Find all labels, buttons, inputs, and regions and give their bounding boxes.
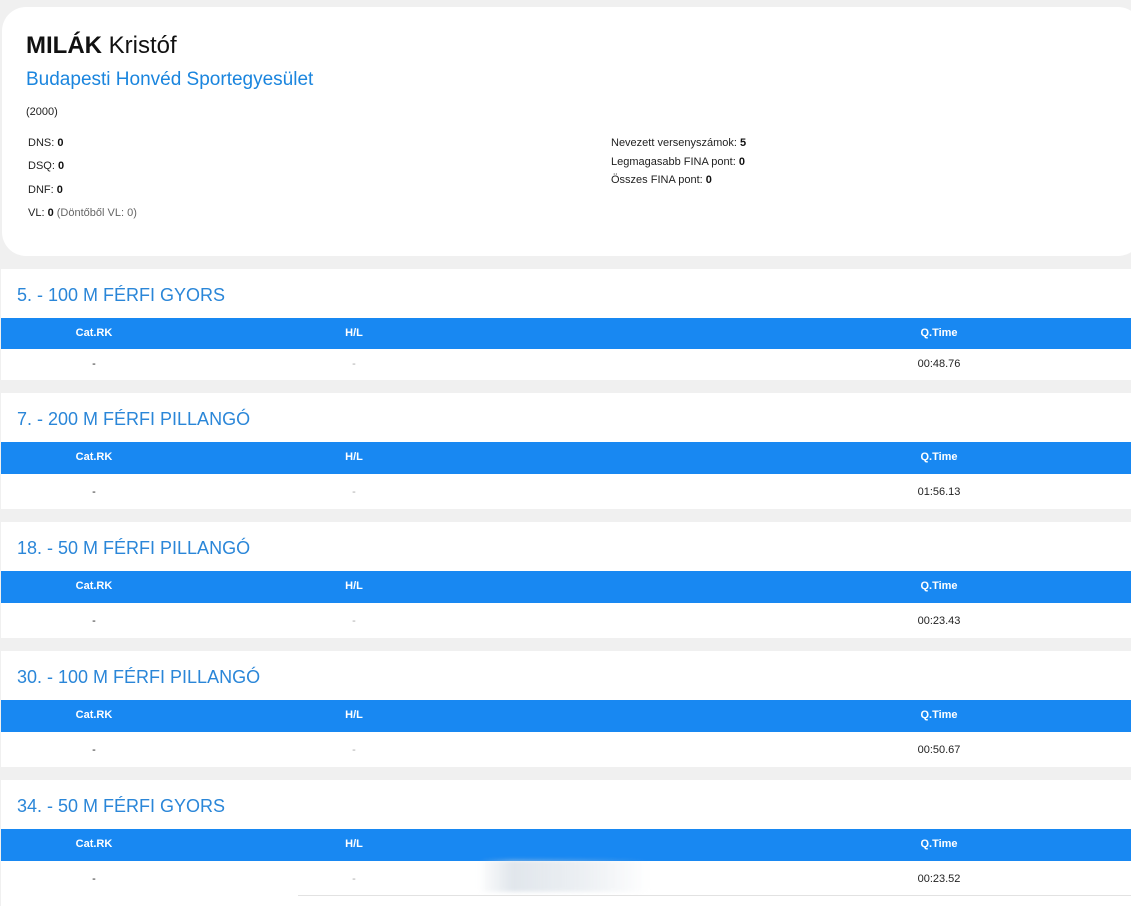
cell-cat-rk: - [92,744,96,756]
event-title[interactable]: 5. - 100 M FÉRFI GYORS [17,285,225,306]
athlete-name: MILÁK Kristóf [26,32,177,60]
stat-total-fina: Összes FINA pont: 0 [611,174,712,186]
results-table-header: Cat.RK H/L Q.Time [1,318,1131,349]
event-title[interactable]: 18. - 50 M FÉRFI PILLANGÓ [17,538,250,559]
stat-label: Legmagasabb FINA pont: [611,156,736,168]
stat-label: DNF: [28,184,54,196]
stat-dns: DNS: 0 [28,137,63,149]
event-title[interactable]: 7. - 200 M FÉRFI PILLANGÓ [17,409,250,430]
stat-value: 0 [56,184,63,196]
cell-cat-rk: - [92,615,96,627]
results-table-header: Cat.RK H/L Q.Time [1,571,1131,603]
column-header-cat-rk: Cat.RK [75,838,113,850]
column-header-hl: H/L [345,580,363,592]
athlete-profile-card: MILÁK Kristóf Budapesti Honvéd Sportegye… [2,7,1131,256]
club-link[interactable]: Budapesti Honvéd Sportegyesület [26,69,313,91]
column-header-cat-rk: Cat.RK [75,327,113,339]
cell-hl: - [352,486,356,498]
birth-year: (2000) [26,106,58,118]
athlete-given-name: Kristóf [108,32,177,59]
cell-cat-rk: - [92,358,96,370]
stat-dsq: DSQ: 0 [28,160,64,172]
table-row: - - 00:23.43 [1,606,1131,636]
cell-qtime: 00:48.76 [917,358,961,370]
column-header-cat-rk: Cat.RK [75,580,113,592]
event-card: 18. - 50 M FÉRFI PILLANGÓ Cat.RK H/L Q.T… [1,522,1131,638]
cell-hl: - [352,873,356,885]
column-header-qtime: Q.Time [920,838,958,850]
cell-qtime: 01:56.13 [917,486,961,498]
column-header-qtime: Q.Time [920,327,958,339]
athlete-surname: MILÁK [26,32,102,59]
results-table-header: Cat.RK H/L Q.Time [1,442,1131,474]
cell-qtime: 00:23.43 [917,615,961,627]
cell-cat-rk: - [92,873,96,885]
stat-label: DNS: [28,137,55,149]
column-header-hl: H/L [345,451,363,463]
stat-highest-fina: Legmagasabb FINA pont: 0 [611,156,745,168]
stat-label: Összes FINA pont: [611,174,703,186]
event-card: 7. - 200 M FÉRFI PILLANGÓ Cat.RK H/L Q.T… [1,393,1131,509]
stat-value: 0 [57,160,65,172]
stat-label: VL: [28,207,45,219]
event-card: 30. - 100 M FÉRFI PILLANGÓ Cat.RK H/L Q.… [1,651,1131,767]
event-title[interactable]: 34. - 50 M FÉRFI GYORS [17,796,225,817]
column-header-hl: H/L [345,327,363,339]
stat-value: 0 [57,137,64,149]
stat-value: 0 [738,156,745,168]
cell-qtime: 00:50.67 [917,744,961,756]
stat-dnf: DNF: 0 [28,184,63,196]
column-header-qtime: Q.Time [920,451,958,463]
stat-entered-events: Nevezett versenyszámok: 5 [611,137,746,149]
column-header-qtime: Q.Time [920,580,958,592]
column-header-cat-rk: Cat.RK [75,451,113,463]
column-header-cat-rk: Cat.RK [75,709,113,721]
cell-hl: - [352,358,356,370]
event-card: 5. - 100 M FÉRFI GYORS Cat.RK H/L Q.Time… [1,269,1131,380]
blurred-overlay [478,860,650,892]
stat-vl: VL: 0 (Döntőből VL: 0) [28,207,137,219]
cell-hl: - [352,744,356,756]
table-row: - - 00:50.67 [1,735,1131,765]
column-header-hl: H/L [345,709,363,721]
table-row: - - 01:56.13 [1,477,1131,507]
cell-cat-rk: - [92,486,96,498]
stat-note: (Döntőből VL: 0) [56,207,137,219]
stat-label: Nevezett versenyszámok: [611,137,737,149]
cell-qtime: 00:23.52 [917,873,961,885]
stat-value: 0 [47,207,54,219]
bottom-overlay-strip [298,895,1131,906]
cell-hl: - [352,615,356,627]
column-header-qtime: Q.Time [920,709,958,721]
column-header-hl: H/L [345,838,363,850]
event-title[interactable]: 30. - 100 M FÉRFI PILLANGÓ [17,667,260,688]
stat-value: 0 [705,174,712,186]
stat-value: 5 [740,137,747,149]
stat-label: DSQ: [28,160,55,172]
results-table-header: Cat.RK H/L Q.Time [1,829,1131,861]
table-row: - - 00:48.76 [1,349,1131,379]
results-table-header: Cat.RK H/L Q.Time [1,700,1131,732]
